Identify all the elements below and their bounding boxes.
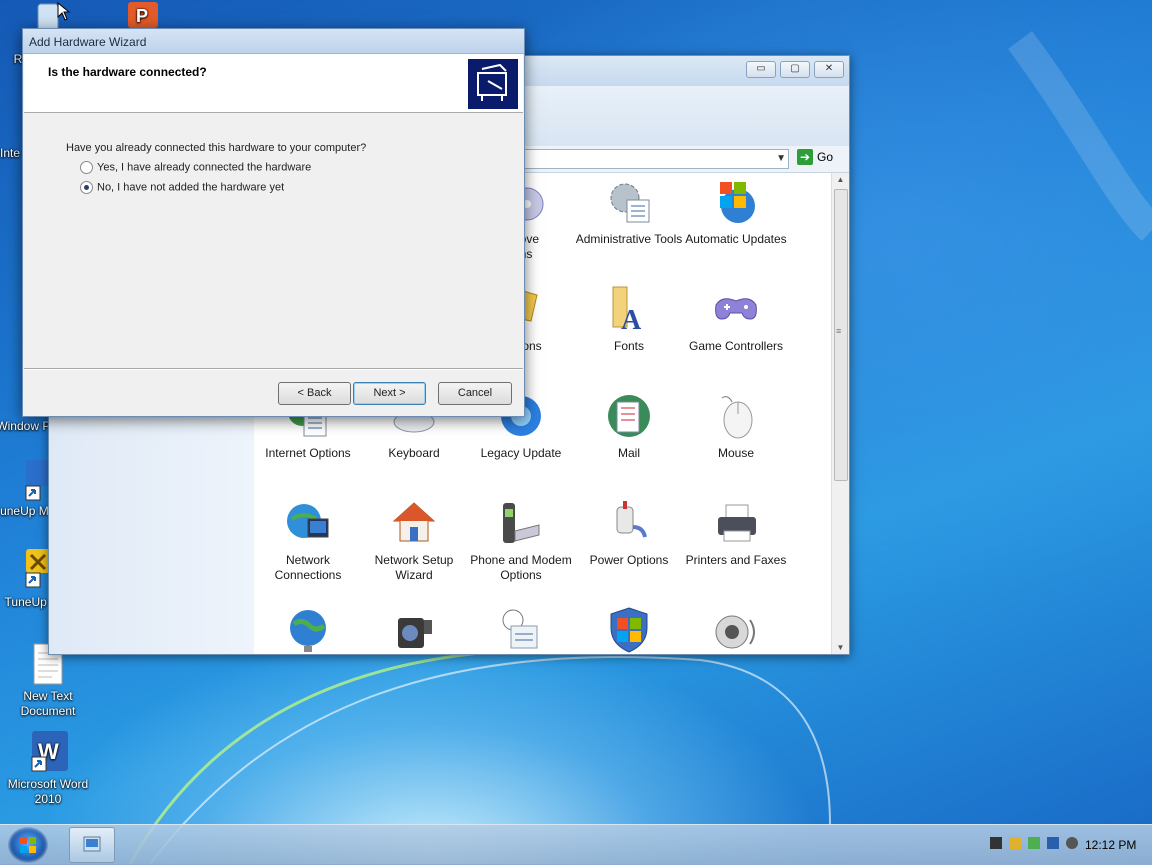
- cp-item-label: Internet Options: [265, 446, 351, 460]
- start-button[interactable]: [8, 827, 48, 863]
- radio-button[interactable]: [80, 161, 93, 174]
- go-label: Go: [817, 150, 834, 164]
- windows-logo-icon: [712, 178, 760, 226]
- cancel-button[interactable]: Cancel: [438, 382, 512, 405]
- cp-item-printers-faxes[interactable]: Printers and Faxes: [681, 499, 791, 568]
- cp-item-automatic-updates[interactable]: Automatic Updates: [681, 178, 791, 247]
- vertical-scrollbar[interactable]: ▲ ≡ ▼: [831, 173, 849, 654]
- cp-item-label: Printers and Faxes: [685, 553, 787, 567]
- desktop-icon-word[interactable]: W Microsoft Word 2010: [0, 731, 96, 807]
- camcorder-icon: [390, 606, 438, 654]
- scheduled-tasks-icon: [497, 606, 545, 654]
- speaker-icon: [712, 606, 760, 654]
- wizard-header: Is the hardware connected?: [24, 54, 523, 113]
- go-arrow-icon: ➔: [797, 149, 813, 165]
- scrollbar-grip-icon: ≡: [836, 326, 842, 336]
- cp-item-fonts[interactable]: A Fonts: [574, 285, 684, 354]
- scroll-down-arrow-icon[interactable]: ▼: [832, 643, 849, 652]
- cp-item-sounds[interactable]: [681, 606, 791, 660]
- cp-item-label: Fonts: [613, 339, 644, 353]
- hardware-wizard-icon: [468, 59, 518, 109]
- printer-icon: [712, 499, 760, 547]
- close-button[interactable]: ✕: [814, 61, 844, 78]
- cp-item-label: Administrative Tools: [575, 232, 683, 246]
- volume-icon[interactable]: [1066, 837, 1079, 850]
- cp-item-label: Mail: [617, 446, 640, 460]
- admin-tools-icon: [605, 178, 653, 226]
- cp-item-power-options[interactable]: Power Options: [574, 499, 684, 568]
- mouse-cursor-icon: [57, 2, 71, 21]
- maximize-button[interactable]: ▢: [780, 61, 810, 78]
- add-hardware-wizard-dialog[interactable]: Add Hardware Wizard Is the hardware conn…: [22, 28, 525, 417]
- gamepad-icon: [712, 285, 760, 333]
- chevron-down-icon[interactable]: ▼: [776, 150, 786, 168]
- minimize-button[interactable]: ▭: [746, 61, 776, 78]
- power-plug-icon: [605, 499, 653, 547]
- radio-label: No, I have not added the hardware yet: [97, 181, 285, 194]
- wizard-title: Add Hardware Wizard: [29, 35, 147, 49]
- cp-item-network-setup-wizard[interactable]: Network Setup Wizard: [359, 499, 469, 583]
- mail-icon: [605, 392, 653, 440]
- battery-icon[interactable]: [990, 837, 1002, 850]
- word-icon: W: [28, 731, 68, 775]
- fonts-folder-icon: A: [605, 285, 653, 336]
- cp-item-label: Automatic Updates: [685, 232, 787, 246]
- mouse-icon: [712, 392, 760, 440]
- globe-icon: [284, 606, 332, 654]
- tuneup-tray-icon[interactable]: [1009, 837, 1022, 850]
- cp-item-security-center[interactable]: [574, 606, 684, 660]
- security-tray-icon[interactable]: [1028, 837, 1041, 850]
- scroll-up-arrow-icon[interactable]: ▲: [832, 175, 849, 184]
- control-panel-icon: [83, 836, 101, 852]
- system-tray: [990, 837, 1082, 850]
- network-setup-icon: [390, 499, 438, 547]
- wizard-title-bar[interactable]: Add Hardware Wizard: [23, 29, 524, 54]
- cp-item-scheduled-tasks[interactable]: [466, 606, 576, 660]
- address-input[interactable]: ▼: [519, 149, 789, 169]
- network-connections-icon: [284, 499, 332, 547]
- windows-flag-icon: [20, 837, 36, 853]
- wizard-header-title: Is the hardware connected?: [48, 65, 207, 79]
- cp-item-label: Network Setup Wizard: [374, 553, 454, 582]
- wizard-divider: [24, 368, 523, 370]
- cp-item-label: Mouse: [717, 446, 755, 460]
- taskbar-control-panel-button[interactable]: [69, 827, 115, 863]
- back-button[interactable]: < Back: [278, 382, 351, 405]
- desktop-icon-label: Inte: [0, 146, 20, 160]
- radio-label: Yes, I have already connected the hardwa…: [97, 161, 312, 174]
- desktop-icon-label: Microsoft Word 2010: [7, 777, 89, 806]
- network-tray-icon[interactable]: [1047, 837, 1060, 850]
- cp-item-network-connections[interactable]: Network Connections: [253, 499, 363, 583]
- cp-item-scanners-cameras[interactable]: [359, 606, 469, 660]
- cp-item-game-controllers[interactable]: Game Controllers: [681, 285, 791, 354]
- svg-text:P: P: [136, 6, 148, 26]
- radio-hardware-not-added[interactable]: No, I have not added the hardware yet: [80, 181, 284, 194]
- desktop-icon-label: New Text Document: [20, 689, 76, 718]
- phone-modem-icon: [497, 499, 545, 547]
- taskbar-clock[interactable]: 12:12 PM: [1085, 838, 1136, 852]
- taskbar: 12:12 PM: [0, 824, 1152, 865]
- cp-item-mouse[interactable]: Mouse: [681, 392, 791, 461]
- wizard-question: Have you already connected this hardware…: [66, 142, 367, 154]
- radio-hardware-connected[interactable]: Yes, I have already connected the hardwa…: [80, 161, 311, 174]
- svg-text:A: A: [621, 305, 642, 333]
- cp-item-regional[interactable]: [253, 606, 363, 660]
- radio-button-selected[interactable]: [80, 181, 93, 194]
- cp-item-label: Keyboard: [388, 446, 440, 460]
- cp-item-label: Phone and Modem Options: [470, 553, 572, 582]
- next-button[interactable]: Next >: [353, 382, 426, 405]
- cp-item-label: Network Connections: [274, 553, 342, 582]
- go-button[interactable]: ➔ Go: [793, 149, 833, 169]
- cp-item-label: Game Controllers: [688, 339, 784, 353]
- security-shield-icon: [605, 606, 653, 654]
- cp-item-label: Legacy Update: [480, 446, 562, 460]
- cp-item-phone-modem-options[interactable]: Phone and Modem Options: [466, 499, 576, 583]
- cp-item-mail[interactable]: Mail: [574, 392, 684, 461]
- cp-item-label: Power Options: [589, 553, 669, 567]
- cp-item-administrative-tools[interactable]: Administrative Tools: [574, 178, 684, 247]
